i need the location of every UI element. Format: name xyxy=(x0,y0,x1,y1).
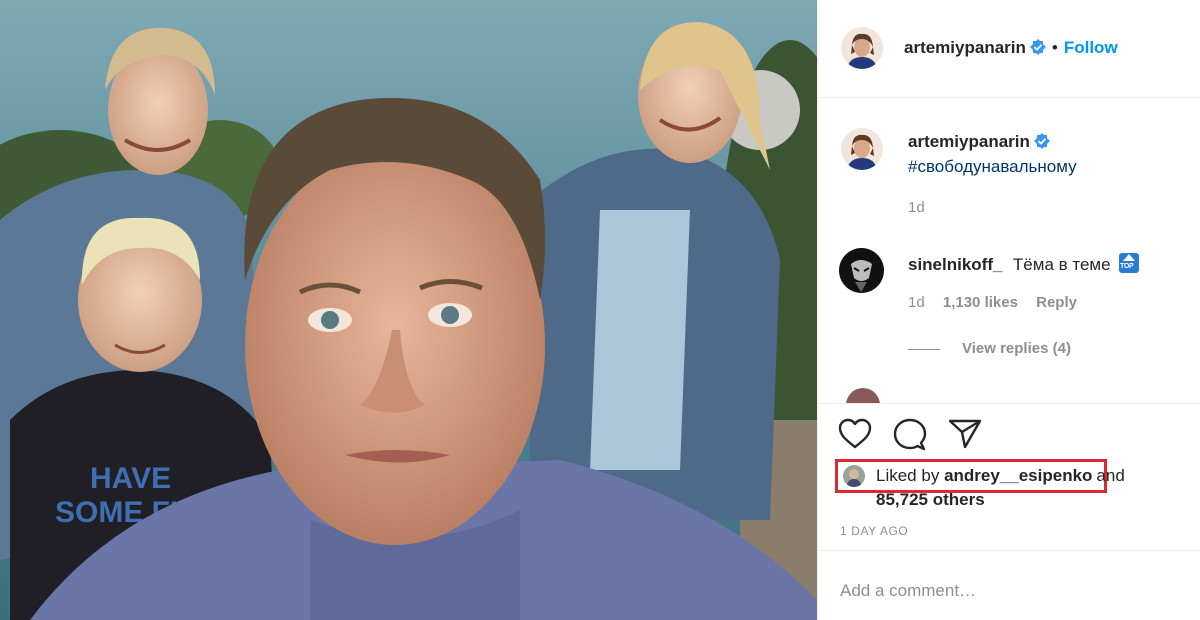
svg-text:HAVE: HAVE xyxy=(90,462,171,495)
post-sidebar: artemiypanarin • Follow artemiypanarin #… xyxy=(817,0,1200,620)
comment-age: 1d xyxy=(908,294,925,311)
follow-button[interactable]: Follow xyxy=(1064,38,1118,57)
likes-conjunction: and xyxy=(1096,466,1125,485)
share-send-icon[interactable] xyxy=(948,418,982,455)
header-separator: • xyxy=(1051,38,1058,57)
caption-age: 1d xyxy=(908,199,925,216)
add-comment-bar xyxy=(818,550,1200,620)
top-emoji-icon: TOP xyxy=(1119,253,1140,273)
verified-badge-icon xyxy=(1033,133,1050,149)
caption-avatar[interactable] xyxy=(841,128,883,170)
comment-text: Тёма в теме xyxy=(1012,255,1111,274)
post-actions: Liked by andrey__esipenko and 85,725 othe… xyxy=(818,403,1200,550)
post-image[interactable]: HAVE SOME FUN xyxy=(0,0,817,620)
liker-avatar[interactable] xyxy=(843,465,865,487)
author-username[interactable]: artemiypanarin xyxy=(904,38,1026,57)
comment-bubble-icon[interactable] xyxy=(893,418,927,457)
caption-username[interactable]: artemiypanarin xyxy=(908,132,1030,151)
comments-section[interactable]: artemiypanarin #свободунавальному 1d sin… xyxy=(818,98,1200,403)
reply-button[interactable]: Reply xyxy=(1036,294,1077,311)
comment-likes[interactable]: 1,130 likes xyxy=(943,294,1018,311)
view-replies-button[interactable]: View replies (4) xyxy=(908,340,1071,357)
liker-username-link[interactable]: andrey__esipenko xyxy=(944,466,1092,485)
commenter-username[interactable]: sinelnikoff_ xyxy=(908,255,1002,274)
post-timestamp[interactable]: 1 DAY AGO xyxy=(840,524,908,538)
author-avatar[interactable] xyxy=(841,27,883,69)
likes-summary: Liked by andrey__esipenko and xyxy=(876,466,1125,486)
likes-others-link[interactable]: 85,725 others xyxy=(876,490,985,509)
caption-hashtag-link[interactable]: #свободунавальному xyxy=(908,157,1077,176)
likes-prefix: Liked by xyxy=(876,466,940,485)
next-commenter-avatar[interactable] xyxy=(846,388,880,403)
commenter-avatar[interactable] xyxy=(839,248,884,293)
like-heart-icon[interactable] xyxy=(838,418,872,455)
post-header: artemiypanarin • Follow xyxy=(818,0,1200,98)
comment-body: sinelnikoff_ Тёма в теме TOP xyxy=(908,253,1140,275)
view-replies-label[interactable]: View replies (4) xyxy=(962,340,1071,357)
replies-divider xyxy=(908,348,940,350)
add-comment-input[interactable] xyxy=(840,581,1170,601)
verified-badge-icon xyxy=(1029,39,1046,55)
top-emoji-label: TOP xyxy=(1120,263,1134,270)
